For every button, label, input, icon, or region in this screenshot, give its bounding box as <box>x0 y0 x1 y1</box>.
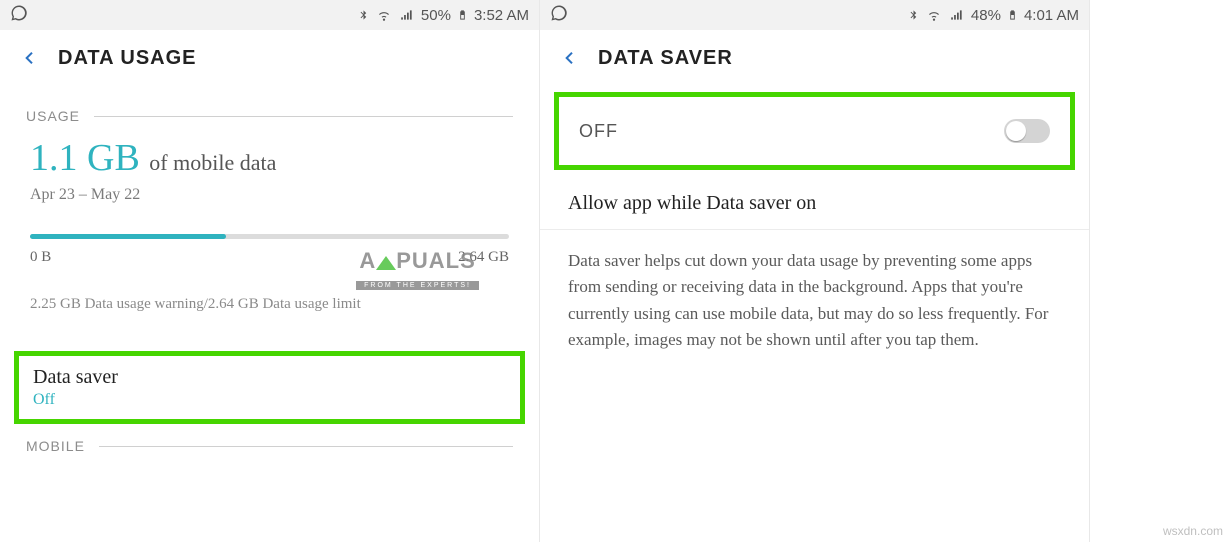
usage-amount: 1.1 GB <box>30 137 140 179</box>
usage-bar-max: 2.64 GB <box>458 249 509 266</box>
bluetooth-icon <box>908 7 919 23</box>
wifi-icon <box>375 8 393 22</box>
bluetooth-icon <box>358 7 369 23</box>
title-bar: DATA SAVER <box>540 30 1089 86</box>
data-saver-row-status: Off <box>33 391 506 409</box>
usage-warning-line: 2.25 GB Data usage warning/2.64 GB Data … <box>0 266 539 313</box>
whatsapp-icon <box>10 4 28 26</box>
screen-data-saver: 48% 4:01 AM DATA SAVER OFF Allow app whi… <box>540 0 1090 542</box>
battery-pct: 50% <box>421 7 451 24</box>
battery-pct: 48% <box>971 7 1001 24</box>
signal-icon <box>399 8 415 22</box>
page-title: DATA USAGE <box>58 47 197 70</box>
data-saver-description: Data saver helps cut down your data usag… <box>540 230 1089 353</box>
section-header-usage: USAGE <box>0 86 539 130</box>
screen-data-usage: 50% 3:52 AM DATA USAGE USAGE 1.1 GB of m… <box>0 0 540 542</box>
usage-bar-track <box>30 234 509 239</box>
title-bar: DATA USAGE <box>0 30 539 86</box>
battery-icon <box>457 7 468 23</box>
status-bar: 48% 4:01 AM <box>540 0 1089 30</box>
usage-summary: 1.1 GB of mobile data Apr 23 – May 22 <box>0 130 539 204</box>
back-icon[interactable] <box>562 44 578 72</box>
clock-time: 4:01 AM <box>1024 7 1079 24</box>
data-saver-row-title: Data saver <box>33 366 506 389</box>
data-saver-toggle[interactable] <box>1004 119 1050 143</box>
allow-app-row[interactable]: Allow app while Data saver on <box>540 170 1089 230</box>
usage-bar-min: 0 B <box>30 249 51 266</box>
usage-date-range: Apr 23 – May 22 <box>30 186 509 204</box>
signal-icon <box>949 8 965 22</box>
data-saver-toggle-row[interactable]: OFF <box>554 92 1075 170</box>
section-header-mobile: MOBILE <box>0 424 539 460</box>
toggle-knob <box>1006 121 1026 141</box>
clock-time: 3:52 AM <box>474 7 529 24</box>
image-credit: wsxdn.com <box>1163 524 1223 538</box>
page-title: DATA SAVER <box>598 47 733 70</box>
section-header-label: USAGE <box>26 108 80 124</box>
toggle-state-label: OFF <box>579 121 618 142</box>
back-icon[interactable] <box>22 44 38 72</box>
usage-of-label: of mobile data <box>144 150 277 175</box>
section-header-label: MOBILE <box>26 438 85 454</box>
section-rule <box>94 116 513 117</box>
section-rule <box>99 446 513 447</box>
whatsapp-icon <box>550 4 568 26</box>
status-bar: 50% 3:52 AM <box>0 0 539 30</box>
usage-bar[interactable]: 0 B 2.64 GB <box>30 234 509 266</box>
wifi-icon <box>925 8 943 22</box>
usage-bar-fill <box>30 234 226 239</box>
data-saver-row[interactable]: Data saver Off <box>14 351 525 424</box>
battery-icon <box>1007 7 1018 23</box>
